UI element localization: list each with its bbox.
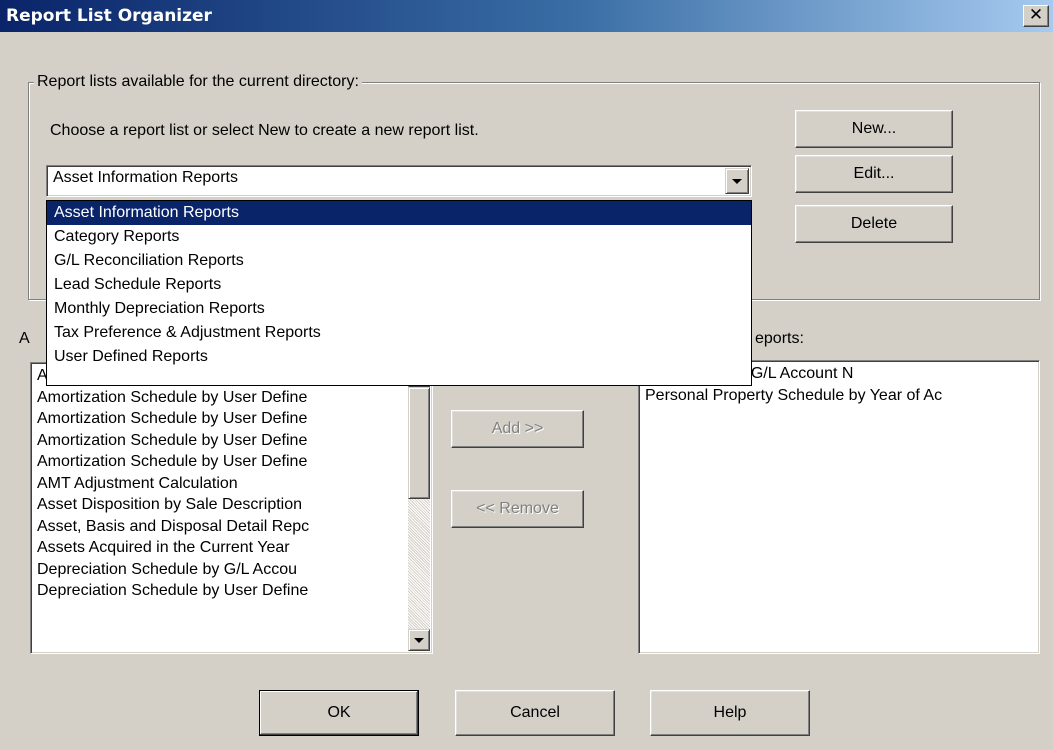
remove-button-label: << Remove bbox=[476, 500, 559, 517]
available-report-item[interactable]: Amortization Schedule by User Define bbox=[33, 430, 409, 452]
title-bar: Report List Organizer ✕ bbox=[0, 0, 1053, 32]
selected-report-item[interactable]: Personal Property Schedule by Year of Ac bbox=[645, 385, 1039, 407]
dropdown-option[interactable]: G/L Reconciliation Reports bbox=[47, 249, 751, 273]
dropdown-option[interactable]: User Defined Reports bbox=[47, 345, 751, 369]
delete-button-label: Delete bbox=[850, 215, 898, 232]
add-button-label: Add >> bbox=[491, 420, 544, 437]
dropdown-option[interactable]: Category Reports bbox=[47, 225, 751, 249]
selected-reports-label: eports: bbox=[755, 330, 804, 347]
available-scrollbar[interactable] bbox=[408, 365, 430, 651]
window-title: Report List Organizer bbox=[6, 6, 212, 26]
available-report-item[interactable]: Assets Acquired in the Current Year bbox=[33, 537, 409, 559]
cancel-button-label: Cancel bbox=[510, 704, 560, 721]
dropdown-option[interactable]: Monthly Depreciation Reports bbox=[47, 297, 751, 321]
edit-button-label: Edit... bbox=[853, 165, 895, 182]
selected-reports-list[interactable]: n Schedule by G/L Account NPersonal Prop… bbox=[638, 360, 1040, 654]
new-button-label: New... bbox=[851, 120, 897, 137]
available-report-item[interactable]: Amortization Schedule by User Define bbox=[33, 408, 409, 430]
scroll-thumb[interactable] bbox=[408, 387, 430, 499]
group-legend: Report lists available for the current d… bbox=[34, 73, 362, 91]
available-report-item[interactable]: Asset, Basis and Disposal Detail Repc bbox=[33, 516, 409, 538]
help-button-label: Help bbox=[713, 704, 747, 721]
available-report-item[interactable]: AMT Adjustment Calculation bbox=[33, 473, 409, 495]
dropdown-option[interactable]: Asset Information Reports bbox=[47, 201, 751, 225]
scroll-down-icon bbox=[414, 638, 424, 643]
new-button[interactable]: New... bbox=[795, 110, 953, 148]
available-report-item[interactable]: Asset Disposition by Sale Description bbox=[33, 494, 409, 516]
dropdown-option[interactable]: Lead Schedule Reports bbox=[47, 273, 751, 297]
edit-button[interactable]: Edit... bbox=[795, 155, 953, 193]
dropdown-option[interactable]: Tax Preference & Adjustment Reports bbox=[47, 321, 751, 345]
available-reports-label: A bbox=[19, 330, 30, 347]
scroll-down-button[interactable] bbox=[408, 629, 430, 651]
ok-button-label: OK bbox=[327, 704, 351, 721]
delete-button[interactable]: Delete bbox=[795, 205, 953, 243]
add-button[interactable]: Add >> bbox=[451, 410, 584, 448]
combo-selected-value: Asset Information Reports bbox=[53, 169, 238, 186]
instruction-text: Choose a report list or select New to cr… bbox=[50, 122, 479, 139]
chevron-down-icon bbox=[732, 179, 742, 184]
available-reports-list[interactable]: A Amortization Schedule by User Define Amo… bbox=[30, 362, 433, 654]
close-button[interactable]: ✕ bbox=[1023, 5, 1049, 27]
remove-button[interactable]: << Remove bbox=[451, 490, 584, 528]
available-report-item[interactable]: Depreciation Schedule by User Define bbox=[33, 580, 409, 602]
report-list-combobox[interactable]: Asset Information Reports bbox=[46, 165, 752, 197]
report-list-dropdown[interactable]: Asset Information Reports Category Report… bbox=[46, 200, 752, 386]
available-report-item[interactable]: Amortization Schedule by User Define bbox=[33, 451, 409, 473]
cancel-button[interactable]: Cancel bbox=[455, 690, 615, 736]
ok-button[interactable]: OK bbox=[259, 690, 419, 736]
combo-dropdown-button[interactable] bbox=[725, 168, 749, 194]
close-icon: ✕ bbox=[1028, 5, 1044, 25]
available-report-item[interactable]: Amortization Schedule by User Define bbox=[33, 387, 409, 409]
help-button[interactable]: Help bbox=[650, 690, 810, 736]
available-report-item[interactable]: Depreciation Schedule by G/L Accou bbox=[33, 559, 409, 581]
